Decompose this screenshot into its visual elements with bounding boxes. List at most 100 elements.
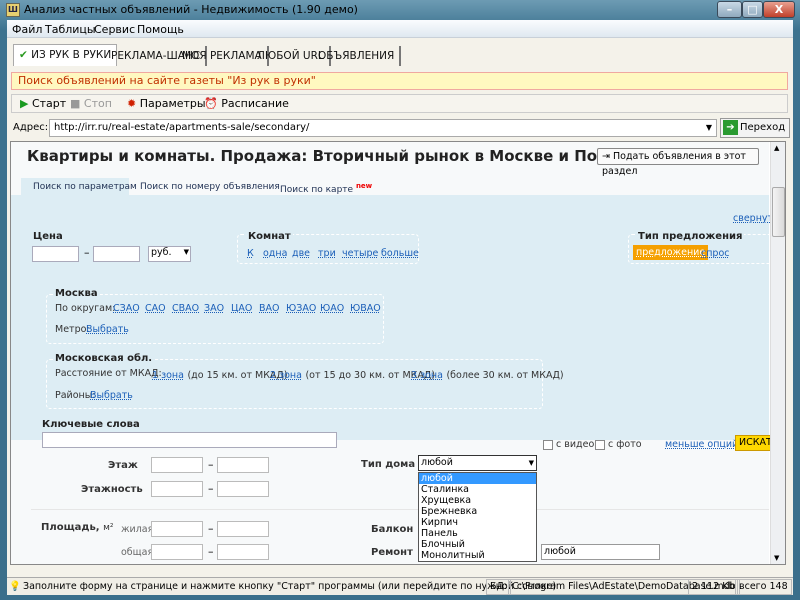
rooms-2[interactable]: две: [292, 248, 310, 259]
arrow-right-icon: ➔: [723, 120, 738, 135]
district-tsao[interactable]: ЦАО: [231, 303, 252, 314]
tab-iz-ruk-v-ruki[interactable]: ✔ ИЗ РУК В РУКИ: [13, 44, 118, 66]
scroll-up-icon[interactable]: ▲: [774, 144, 779, 152]
living-label: жилая: [121, 524, 154, 535]
menu-help[interactable]: Помощь: [137, 23, 184, 36]
minimize-button[interactable]: –: [717, 1, 742, 18]
moscow-label: Москва: [53, 288, 100, 299]
rooms-3[interactable]: три: [318, 248, 336, 259]
scrollbar-thumb[interactable]: [772, 187, 785, 237]
option-panel[interactable]: Панель: [419, 528, 536, 539]
rooms-1[interactable]: одна: [263, 248, 287, 259]
go-button[interactable]: ➔ Переход: [720, 118, 790, 138]
tab-search-number[interactable]: Поиск по номеру объявления: [140, 182, 280, 192]
dropdown-arrow-icon[interactable]: ▼: [706, 120, 712, 136]
tab-search-map[interactable]: Поиск по карте new: [280, 182, 372, 195]
lightbulb-icon: 💡: [9, 581, 21, 592]
tab-search-params[interactable]: Поиск по параметрам: [33, 182, 137, 192]
areas-select-link[interactable]: Выбрать: [90, 390, 133, 401]
zone-3: 3 зона (более 30 км. от МКАД): [411, 368, 564, 381]
close-button[interactable]: X: [763, 1, 795, 18]
metro-select-link[interactable]: Выбрать: [86, 324, 129, 335]
zone-1: 1 зона (до 15 км. от МКАД): [152, 368, 288, 381]
floors-to-input[interactable]: [217, 481, 269, 497]
address-value: http://irr.ru/real-estate/apartments-sal…: [54, 122, 310, 133]
currency-select[interactable]: руб. ▼: [148, 246, 191, 262]
house-type-dropdown: любой Сталинка Хрущевка Брежневка Кирпич…: [418, 472, 537, 562]
price-to-input[interactable]: [93, 246, 140, 262]
dash: –: [208, 522, 214, 535]
post-ad-button[interactable]: ⇥ Подать объявления в этот раздел: [597, 148, 759, 177]
district-sao[interactable]: САО: [145, 303, 166, 314]
rooms-label: Комнат: [246, 231, 293, 242]
option-brick[interactable]: Кирпич: [419, 517, 536, 528]
total-from-input[interactable]: [151, 544, 203, 560]
address-input[interactable]: http://irr.ru/real-estate/apartments-sal…: [49, 119, 717, 137]
scroll-down-icon[interactable]: ▼: [774, 554, 779, 562]
stop-label: Стоп: [83, 97, 112, 110]
option-any[interactable]: любой: [419, 473, 536, 484]
region-label: Московская обл.: [53, 353, 155, 364]
balcony-label: Балкон: [371, 524, 414, 535]
district-yuzao[interactable]: ЮЗАО: [286, 303, 316, 314]
option-stalinka[interactable]: Сталинка: [419, 484, 536, 495]
offer-type-offer[interactable]: предложение: [633, 245, 709, 260]
menu-tables[interactable]: Таблицы: [45, 23, 96, 36]
floors-from-input[interactable]: [151, 481, 203, 497]
zone-3-link[interactable]: 3 зона: [411, 370, 443, 381]
with-photo-checkbox[interactable]: с фото: [595, 439, 642, 450]
option-khrushchevka[interactable]: Хрущевка: [419, 495, 536, 506]
divider: [31, 509, 769, 510]
zone-2-link[interactable]: 2 зона: [270, 370, 302, 381]
rooms-k[interactable]: К: [247, 248, 254, 259]
district-vao[interactable]: ВАО: [259, 303, 280, 314]
start-button[interactable]: ▶ Старт: [20, 97, 66, 111]
district-yuvao[interactable]: ЮВАО: [350, 303, 381, 314]
chevron-down-icon: ▼: [528, 459, 534, 467]
living-to-input[interactable]: [217, 521, 269, 537]
area-text: Площадь,: [41, 522, 100, 533]
vertical-scrollbar[interactable]: ▲ ▼: [770, 142, 785, 564]
rooms-more[interactable]: больше: [381, 248, 419, 259]
client-area: Файл Таблицы Сервис Помощь ✔ ИЗ РУК В РУ…: [7, 20, 793, 595]
total-to-input[interactable]: [217, 544, 269, 560]
option-block[interactable]: Блочный: [419, 539, 536, 550]
search-button[interactable]: ИСКАТЬ →: [735, 435, 775, 451]
price-from-input[interactable]: [32, 246, 79, 262]
districts-label: По округам:: [55, 303, 116, 314]
keywords-input[interactable]: [42, 432, 337, 448]
app-logo-icon: Ш: [6, 3, 20, 17]
app-window: Ш Анализ частных объявлений - Недвижимос…: [0, 0, 800, 600]
option-monolith[interactable]: Монолитный: [419, 550, 536, 561]
floor-from-input[interactable]: [151, 457, 203, 473]
price-label: Цена: [33, 231, 63, 242]
menu-file[interactable]: Файл: [12, 23, 42, 36]
option-brezhnevka[interactable]: Брежневка: [419, 506, 536, 517]
living-from-input[interactable]: [151, 521, 203, 537]
district-zao[interactable]: ЗАО: [204, 303, 224, 314]
maximize-button[interactable]: □: [742, 1, 763, 18]
params-button[interactable]: ✹ Параметры: [127, 97, 206, 111]
with-video-checkbox[interactable]: с видео: [543, 439, 594, 450]
floor-to-input[interactable]: [217, 457, 269, 473]
params-label: Параметры: [139, 97, 206, 110]
repair-select[interactable]: любой: [541, 544, 660, 560]
stop-icon: ■: [70, 97, 81, 110]
menu-service[interactable]: Сервис: [94, 23, 135, 36]
zone-1-link[interactable]: 1 зона: [152, 370, 184, 381]
region-box: [46, 359, 543, 409]
district-svao[interactable]: СВАО: [172, 303, 199, 314]
tab-ads[interactable]: ОБЪЯВЛЕНИЯ: [313, 46, 402, 66]
schedule-button[interactable]: ⏰ Расписание: [204, 97, 289, 111]
clock-icon: ⏰: [204, 97, 218, 110]
fewer-options-link[interactable]: меньше опций: [665, 439, 738, 450]
district-szao[interactable]: СЗАО: [113, 303, 140, 314]
stop-button[interactable]: ■ Стоп: [70, 97, 112, 111]
offer-type-demand[interactable]: спрос: [701, 248, 730, 259]
floor-label: Этаж: [108, 460, 138, 471]
house-type-select[interactable]: любой ▼: [418, 455, 537, 471]
toolbar: ▶ Старт ■ Стоп ✹ Параметры ⏰ Расписание: [11, 94, 788, 113]
rooms-4[interactable]: четыре: [342, 248, 378, 259]
total-label: общая: [121, 547, 154, 558]
district-yuao[interactable]: ЮАО: [320, 303, 344, 314]
